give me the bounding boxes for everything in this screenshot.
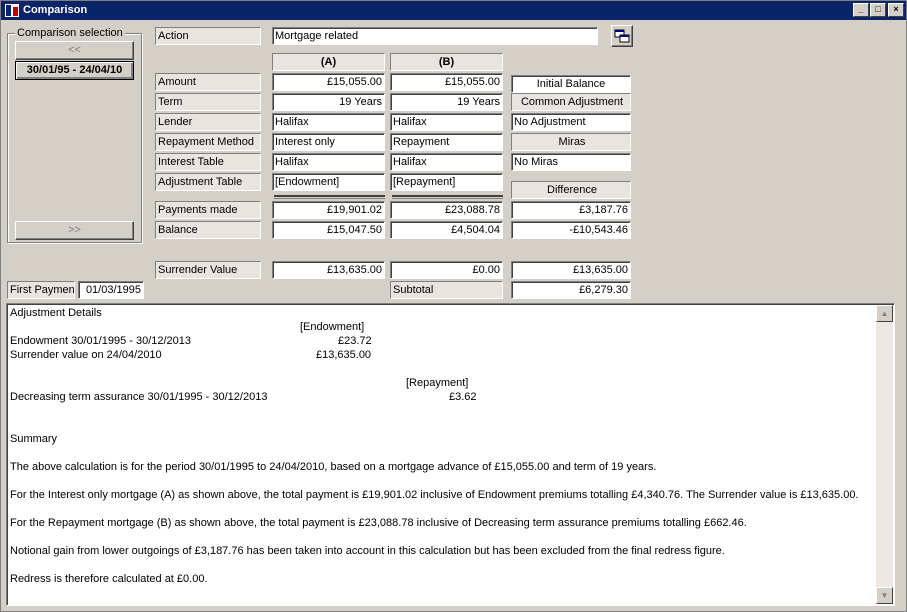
scroll-down-icon[interactable]: ▼: [876, 587, 893, 604]
endowment-line1-label: Endowment 30/01/1995 - 30/12/2013: [10, 335, 192, 347]
period-selection-button[interactable]: 30/01/95 - 24/04/10: [15, 61, 134, 80]
term-label: Term: [155, 93, 261, 111]
amount-label: Amount: [155, 73, 261, 91]
miras-field[interactable]: No Miras: [511, 153, 631, 171]
subtotal-label: Subtotal: [390, 281, 503, 299]
amount-b-field[interactable]: £15,055.00: [390, 73, 503, 91]
endowment-header: [Endowment]: [300, 321, 365, 333]
repayment-method-b-field[interactable]: Repayment: [390, 133, 503, 151]
scroll-up-icon[interactable]: ▲: [876, 305, 893, 322]
common-adjustment-field[interactable]: No Adjustment: [511, 113, 631, 131]
surrender-value-a-field[interactable]: £13,635.00: [272, 261, 385, 279]
term-a-field[interactable]: 19 Years: [272, 93, 385, 111]
term-b-field[interactable]: 19 Years: [390, 93, 503, 111]
action-lookup-button[interactable]: [611, 25, 633, 47]
surrender-value-label: Surrender Value: [155, 261, 261, 279]
comparison-window: Comparison _ □ × Comparison selection <<…: [0, 0, 907, 612]
window-title: Comparison: [23, 4, 88, 16]
action-label: Action: [155, 27, 261, 45]
column-b-separator: [392, 195, 503, 199]
endowment-line2-value: £13,635.00: [316, 349, 372, 361]
summary-paragraph-1: The above calculation is for the period …: [10, 461, 657, 473]
endowment-line1-value: £23.72: [338, 335, 372, 347]
lender-a-field[interactable]: Halifax: [272, 113, 385, 131]
payments-made-difference-field[interactable]: £3,187.76: [511, 201, 631, 219]
interest-table-a-field[interactable]: Halifax: [272, 153, 385, 171]
minimize-button[interactable]: _: [853, 3, 869, 17]
windows-icon: [614, 29, 630, 43]
first-payment-field[interactable]: 01/03/1995: [78, 281, 144, 299]
interest-table-label: Interest Table: [155, 153, 261, 171]
difference-header: Difference: [511, 181, 631, 199]
adjustment-details-textarea[interactable]: Adjustment Details [Endowment] Endowment…: [6, 303, 895, 606]
initial-balance-field[interactable]: Initial Balance: [511, 75, 631, 93]
column-a-header: (A): [272, 53, 385, 71]
lender-label: Lender: [155, 113, 261, 131]
balance-difference-field[interactable]: -£10,543.46: [511, 221, 631, 239]
vertical-scrollbar[interactable]: ▲ ▼: [876, 305, 893, 604]
lender-b-field[interactable]: Halifax: [390, 113, 503, 131]
payments-made-label: Payments made: [155, 201, 261, 219]
summary-heading: Summary: [10, 433, 58, 445]
previous-button[interactable]: <<: [15, 41, 134, 60]
app-icon: [5, 4, 19, 17]
miras-label: Miras: [511, 133, 631, 151]
summary-paragraph-2: For the Interest only mortgage (A) as sh…: [10, 489, 859, 501]
repayment-method-a-field[interactable]: Interest only: [272, 133, 385, 151]
summary-paragraph-4: Notional gain from lower outgoings of £3…: [10, 545, 725, 557]
next-button[interactable]: >>: [15, 221, 134, 240]
action-field[interactable]: Mortgage related: [272, 27, 598, 45]
payments-made-b-field[interactable]: £23,088.78: [390, 201, 503, 219]
balance-b-field[interactable]: £4,504.04: [390, 221, 503, 239]
subtotal-field[interactable]: £6,279.30: [511, 281, 631, 299]
adjustment-table-a-field[interactable]: [Endowment]: [272, 173, 385, 191]
surrender-value-b-field[interactable]: £0.00: [390, 261, 503, 279]
surrender-value-difference-field[interactable]: £13,635.00: [511, 261, 631, 279]
balance-label: Balance: [155, 221, 261, 239]
column-a-separator: [274, 195, 385, 199]
interest-table-b-field[interactable]: Halifax: [390, 153, 503, 171]
repayment-header: [Repayment]: [406, 377, 469, 389]
endowment-line2-label: Surrender value on 24/04/2010: [10, 349, 162, 361]
payments-made-a-field[interactable]: £19,901.02: [272, 201, 385, 219]
summary-paragraph-5: Redress is therefore calculated at £0.00…: [10, 573, 208, 585]
close-button[interactable]: ×: [888, 3, 904, 17]
repayment-method-label: Repayment Method: [155, 133, 261, 151]
amount-a-field[interactable]: £15,055.00: [272, 73, 385, 91]
summary-paragraph-3: For the Repayment mortgage (B) as shown …: [10, 517, 747, 529]
details-heading: Adjustment Details: [10, 307, 102, 319]
title-bar[interactable]: Comparison _ □ ×: [1, 1, 906, 20]
repayment-line-label: Decreasing term assurance 30/01/1995 - 3…: [10, 391, 268, 403]
column-b-header: (B): [390, 53, 503, 71]
common-adjustment-label: Common Adjustment: [511, 93, 631, 111]
balance-a-field[interactable]: £15,047.50: [272, 221, 385, 239]
adjustment-table-b-field[interactable]: [Repayment]: [390, 173, 503, 191]
comparison-selection-label: Comparison selection: [15, 27, 125, 39]
repayment-line-value: £3.62: [449, 391, 477, 403]
maximize-button[interactable]: □: [870, 3, 886, 17]
first-payment-label: First Payment: [7, 281, 75, 299]
adjustment-table-label: Adjustment Table: [155, 173, 261, 191]
